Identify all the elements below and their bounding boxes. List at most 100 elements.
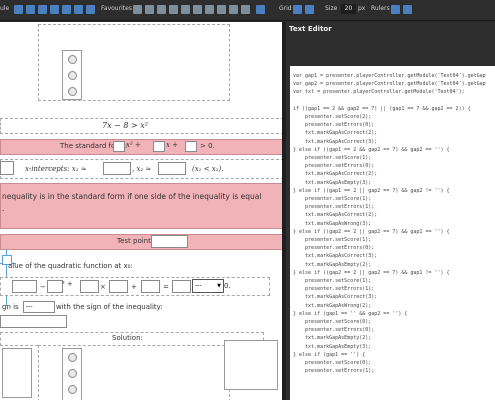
code-line: } else if ((gap2 == 2 || gap2 == 7) && g… xyxy=(293,269,450,276)
calc-input-6[interactable] xyxy=(172,280,191,293)
calc-input-5[interactable] xyxy=(141,280,160,293)
code-line: } else if ((gap1 == 2 && gap2 == 7) && g… xyxy=(293,146,450,153)
intercepts-left-input[interactable] xyxy=(0,161,14,175)
text-editor-title: Text Editor xyxy=(289,25,332,33)
x2-input[interactable] xyxy=(158,162,186,175)
calc-square-plus: ² + xyxy=(62,280,73,288)
favourites-label: Favourites xyxy=(101,5,132,12)
circle-icon xyxy=(68,71,77,80)
align-right-icon[interactable] xyxy=(157,5,166,14)
code-line: var gap2 = presenter.playerController.ge… xyxy=(293,81,486,88)
comparison-end: 0. xyxy=(224,282,231,290)
code-line: presenter.setScore(1); xyxy=(293,237,372,243)
standard-form-x2: x² + xyxy=(126,141,141,149)
rulers-toggle-icon[interactable] xyxy=(391,5,400,14)
sign-prefix: gn is xyxy=(2,303,19,311)
test-point-input[interactable] xyxy=(151,235,188,248)
distribute-h-icon[interactable] xyxy=(205,5,214,14)
circle-icon xyxy=(68,385,77,394)
code-line: presenter.setScore(1); xyxy=(293,155,372,161)
code-line: txt.markGapAsWrong(3); xyxy=(293,220,372,227)
code-line: presenter.setErrors(0); xyxy=(293,163,375,170)
copy-icon[interactable] xyxy=(38,5,47,14)
rulers-label: Rulers xyxy=(371,5,390,12)
coef-c-input[interactable] xyxy=(185,141,197,152)
hint-line-2: . xyxy=(2,204,5,213)
hint-line-1: nequality is in the standard form if one… xyxy=(2,192,262,201)
equation: 7x − 8 > x² xyxy=(102,121,148,130)
align-left-icon[interactable] xyxy=(133,5,142,14)
code-editor[interactable]: var gap1 = presenter.playerController.ge… xyxy=(290,66,495,400)
code-line: txt.markGapAsCorrect(3); xyxy=(293,294,378,301)
image-stack-top[interactable] xyxy=(62,50,82,100)
image-box-left[interactable] xyxy=(2,348,32,398)
code-line: txt.markGapAsEmpty(3); xyxy=(293,179,372,186)
coef-a-input[interactable] xyxy=(113,141,125,152)
distribute-v-icon[interactable] xyxy=(217,5,226,14)
grid-toggle-icon[interactable] xyxy=(293,5,302,14)
duplicate-icon[interactable] xyxy=(74,5,83,14)
sign-select-value: --- xyxy=(26,303,33,310)
calc-times: × xyxy=(100,283,106,291)
rulers-lock-icon[interactable] xyxy=(403,5,412,14)
calc-input-3[interactable] xyxy=(80,280,99,293)
snap-toggle-icon[interactable] xyxy=(305,5,314,14)
delete-icon[interactable] xyxy=(86,5,95,14)
sign-answer-input[interactable] xyxy=(0,315,67,328)
intercepts-condition: (x₁ < x₂). xyxy=(192,165,224,173)
chevron-down-icon: ▼ xyxy=(217,283,221,289)
intercepts-label: x-intercepts: x₁ ≈ xyxy=(25,165,87,173)
grid-label: Grid xyxy=(279,5,292,12)
grid-size-input[interactable]: 20 xyxy=(341,4,356,14)
standard-form-x: x + xyxy=(166,141,179,149)
code-line: } else if (gap1 == '') { xyxy=(293,351,366,358)
undo-icon[interactable] xyxy=(14,5,23,14)
align-center-icon[interactable] xyxy=(145,5,154,14)
code-line: if ((gap1 == 2 && gap2 == 7) || (gap1 ==… xyxy=(293,105,471,112)
paste-icon[interactable] xyxy=(50,5,59,14)
align-bottom-icon[interactable] xyxy=(193,5,202,14)
hint-bar xyxy=(0,183,282,229)
settings-icon[interactable] xyxy=(256,5,265,14)
calc-input-2[interactable] xyxy=(47,280,63,293)
code-line: presenter.setScore(2); xyxy=(293,114,372,120)
calc-input-1[interactable] xyxy=(12,280,37,293)
code-line: presenter.setScore(0); xyxy=(293,319,372,325)
sign-suffix: with the sign of the inequality: xyxy=(56,303,163,311)
code-line: presenter.setErrors(0); xyxy=(293,245,375,252)
code-line: } else if ((gap2 == 2 || gap2 == 7) && g… xyxy=(293,228,450,235)
calc-input-4[interactable] xyxy=(109,280,128,293)
circle-icon xyxy=(68,87,77,96)
calc-plus: + xyxy=(131,283,137,291)
code-line: presenter.setErrors(0); xyxy=(293,327,375,334)
editor-canvas[interactable]: 7x − 8 > x² The standard form: x² + x + … xyxy=(0,22,282,400)
sign-select[interactable]: --- xyxy=(23,301,55,313)
code-line: presenter.setErrors(1); xyxy=(293,368,375,375)
code-line: txt.markGapAsCorrect(2); xyxy=(293,171,378,178)
code-line: txt.markGapAsEmpty(2); xyxy=(293,261,372,268)
code-line: txt.markGapAsEmpty(2); xyxy=(293,335,372,342)
circle-icon xyxy=(68,353,77,362)
redo-icon[interactable] xyxy=(26,5,35,14)
align-middle-icon[interactable] xyxy=(181,5,190,14)
code-line: presenter.setScore(1); xyxy=(293,278,372,284)
code-line: presenter.setScore(0); xyxy=(293,360,372,366)
same-width-icon[interactable] xyxy=(229,5,238,14)
same-height-icon[interactable] xyxy=(241,5,250,14)
value-label: alue of the quadratic function at x₀: xyxy=(8,262,133,270)
cut-icon[interactable] xyxy=(62,5,71,14)
intercepts-x2-label: , x₂ ≈ xyxy=(132,165,152,173)
code-line: presenter.setErrors(1); xyxy=(293,286,375,293)
code-line: txt.markGapAsCorrect(3); xyxy=(293,138,378,145)
circle-icon xyxy=(68,55,77,64)
text-editor-panel: Text Editor var gap1 = presenter.playerC… xyxy=(286,22,495,400)
code-line: presenter.setErrors(0); xyxy=(293,122,375,129)
coef-b-input[interactable] xyxy=(153,141,165,152)
image-stack-bottom[interactable] xyxy=(62,348,82,400)
image-box-right[interactable] xyxy=(224,340,278,390)
code-line: txt.markGapAsCorrect(2); xyxy=(293,212,378,219)
x1-input[interactable] xyxy=(103,162,131,175)
align-top-icon[interactable] xyxy=(169,5,178,14)
circle-icon xyxy=(68,369,77,378)
comparison-select[interactable]: --- ▼ xyxy=(192,279,224,293)
